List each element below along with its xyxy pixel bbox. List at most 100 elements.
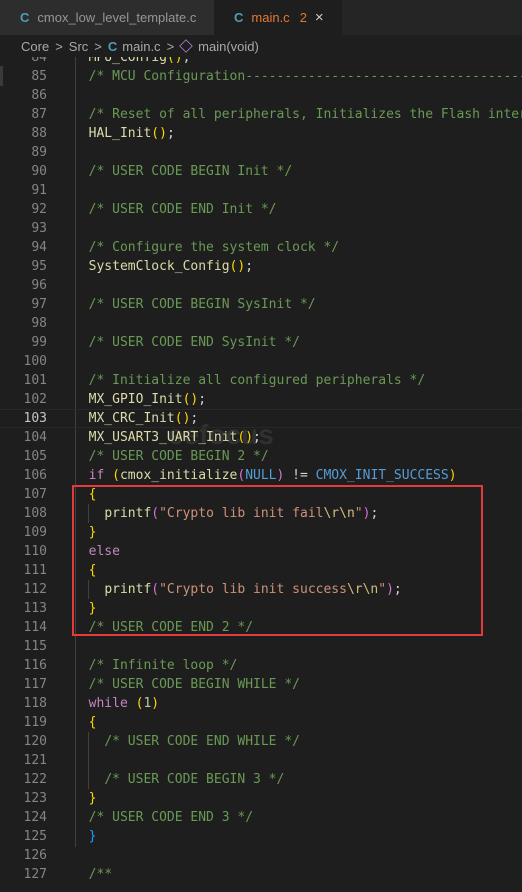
code-line[interactable]: 101 /* Initialize all configured periphe… xyxy=(0,371,522,390)
code-line[interactable]: 92 /* USER CODE END Init */ xyxy=(0,200,522,219)
code-line[interactable]: 115 xyxy=(0,637,522,656)
code-token: /* USER CODE BEGIN 2 */ xyxy=(88,449,269,464)
code-line[interactable]: 110 else xyxy=(0,542,522,561)
c-file-icon: C xyxy=(234,10,244,25)
tab-label: cmox_low_level_template.c xyxy=(37,10,197,25)
code-line[interactable]: 84 MPU_Config(); xyxy=(0,57,522,67)
code-line[interactable]: 107 { xyxy=(0,485,522,504)
code-line[interactable]: 89 xyxy=(0,143,522,162)
line-number: 86 xyxy=(31,88,47,103)
code-line[interactable]: 120 /* USER CODE END WHILE */ xyxy=(0,732,522,751)
code-text: /* USER CODE BEGIN WHILE */ xyxy=(73,675,300,694)
code-editor[interactable]: eefocus 84 MPU_Config(); 85 /* MCU Config… xyxy=(0,57,522,892)
code-line[interactable]: 103 MX_CRC_Init(); xyxy=(0,409,522,428)
code-line[interactable]: 114 /* USER CODE END 2 */ xyxy=(0,618,522,637)
code-token: /* Initialize all configured peripherals… xyxy=(88,373,426,388)
code-line[interactable]: 121 xyxy=(0,751,522,770)
tab-main-c[interactable]: C main.c 2 × xyxy=(214,0,342,35)
code-line[interactable]: 118 while (1) xyxy=(0,694,522,713)
code-line[interactable]: 106 if (cmox_initialize(NULL) != CMOX_IN… xyxy=(0,466,522,485)
code-line[interactable]: 116 /* Infinite loop */ xyxy=(0,656,522,675)
code-line[interactable]: 94 /* Configure the system clock */ xyxy=(0,238,522,257)
line-number: 113 xyxy=(23,601,47,616)
breadcrumb-item-src[interactable]: Src xyxy=(69,39,89,54)
breadcrumb-item-file[interactable]: main.c xyxy=(122,39,160,54)
code-line[interactable]: 105 /* USER CODE BEGIN 2 */ xyxy=(0,447,522,466)
code-line[interactable]: 96 xyxy=(0,276,522,295)
code-line[interactable]: 88 HAL_Init(); xyxy=(0,124,522,143)
c-file-icon: C xyxy=(20,10,30,25)
code-line[interactable]: 117 /* USER CODE BEGIN WHILE */ xyxy=(0,675,522,694)
code-line[interactable]: 100 xyxy=(0,352,522,371)
code-line[interactable]: 104 MX_USART3_UART_Init(); xyxy=(0,428,522,447)
code-line[interactable]: 90 /* USER CODE BEGIN Init */ xyxy=(0,162,522,181)
code-token: MX_USART3_UART_Init xyxy=(88,430,238,445)
code-line[interactable]: 85 /* MCU Configuration-----------------… xyxy=(0,67,522,86)
code-text xyxy=(73,637,89,656)
code-line[interactable]: 113 } xyxy=(0,599,522,618)
code-token: } xyxy=(88,601,97,616)
code-line[interactable]: 98 xyxy=(0,314,522,333)
breadcrumb-item-core[interactable]: Core xyxy=(21,39,49,54)
code-line[interactable]: 119 { xyxy=(0,713,522,732)
code-text: MX_CRC_Init(); xyxy=(73,409,199,428)
code-token: } xyxy=(88,525,97,540)
line-number: 117 xyxy=(23,677,47,692)
code-line[interactable]: 93 xyxy=(0,219,522,238)
code-token: /* USER CODE BEGIN Init */ xyxy=(88,164,293,179)
breadcrumb-item-symbol[interactable]: main(void) xyxy=(198,39,259,54)
code-line[interactable]: 122 /* USER CODE BEGIN 3 */ xyxy=(0,770,522,789)
line-number: 127 xyxy=(23,867,47,882)
code-token: ) xyxy=(151,696,160,711)
line-number: 121 xyxy=(23,753,47,768)
code-line[interactable]: 111 { xyxy=(0,561,522,580)
code-text: /** xyxy=(73,865,112,884)
code-token: () xyxy=(166,57,183,65)
code-line[interactable]: 125 } xyxy=(0,827,522,846)
code-text xyxy=(73,751,89,770)
code-line[interactable]: 99 /* USER CODE END SysInit */ xyxy=(0,333,522,352)
code-line[interactable]: 91 xyxy=(0,181,522,200)
code-line[interactable]: 112 printf("Crypto lib init success\r\n"… xyxy=(0,580,522,599)
code-line[interactable]: 102 MX_GPIO_Init(); xyxy=(0,390,522,409)
code-token: " xyxy=(354,506,363,521)
code-line[interactable]: 97 /* USER CODE BEGIN SysInit */ xyxy=(0,295,522,314)
code-text: /* Configure the system clock */ xyxy=(73,238,339,257)
problems-count-badge: 2 xyxy=(299,10,307,25)
code-text: } xyxy=(73,599,97,618)
code-line[interactable]: 95 SystemClock_Config(); xyxy=(0,257,522,276)
code-line[interactable]: 127 /** xyxy=(0,865,522,884)
line-number: 100 xyxy=(23,354,47,369)
code-text: { xyxy=(73,485,97,504)
code-token: { xyxy=(88,715,97,730)
code-line[interactable]: 123 } xyxy=(0,789,522,808)
code-line[interactable]: 109 } xyxy=(0,523,522,542)
code-line[interactable]: 87 /* Reset of all peripherals, Initiali… xyxy=(0,105,522,124)
code-line[interactable]: 86 xyxy=(0,86,522,105)
line-number: 122 xyxy=(23,772,47,787)
code-token: cmox_initialize xyxy=(119,468,238,483)
line-number: 96 xyxy=(31,278,47,293)
tab-cmox-low-level-template[interactable]: C cmox_low_level_template.c xyxy=(0,0,214,35)
line-number: 105 xyxy=(23,449,47,464)
close-icon[interactable]: × xyxy=(315,9,324,26)
code-token: /* USER CODE END 2 */ xyxy=(88,620,254,635)
code-line[interactable]: 108 printf("Crypto lib init fail\r\n"); xyxy=(0,504,522,523)
code-text: /* USER CODE END Init */ xyxy=(73,200,277,219)
code-line[interactable]: 124 /* USER CODE END 3 */ xyxy=(0,808,522,827)
code-line[interactable]: 126 xyxy=(0,846,522,865)
